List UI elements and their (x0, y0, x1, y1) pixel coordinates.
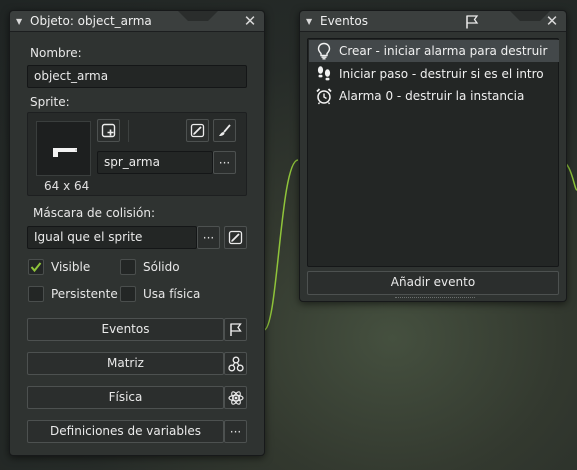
variables-menu-button[interactable]: ··· (224, 420, 247, 443)
edit-sprite-button[interactable] (186, 119, 209, 142)
mask-menu-button[interactable]: ··· (197, 226, 220, 249)
events-window-title: Eventos (320, 14, 368, 28)
footsteps-icon (313, 63, 335, 85)
paint-sprite-button[interactable] (213, 119, 236, 142)
name-field[interactable]: object_arma (27, 65, 247, 88)
visible-label: Visible (51, 260, 91, 274)
mask-label: Máscara de colisión: (33, 206, 156, 220)
ellipsis-icon: ··· (202, 230, 215, 245)
object-window-titlebar[interactable]: ▼ Objeto: object_arma ✕ (10, 11, 264, 32)
physics-label: Usa física (143, 287, 201, 301)
new-sprite-icon (101, 123, 116, 138)
events-button[interactable]: Eventos (27, 318, 224, 341)
close-icon[interactable]: ✕ (544, 13, 560, 29)
object-window-title: Objeto: object_arma (30, 14, 152, 28)
edit-image-icon (228, 230, 243, 245)
persistent-checkbox[interactable] (28, 286, 44, 302)
atom-icon (227, 390, 244, 405)
close-icon[interactable]: ✕ (242, 13, 258, 29)
sprite-menu-button[interactable]: ··· (213, 151, 236, 174)
solid-label: Sólido (143, 260, 180, 274)
physics-settings-button[interactable] (224, 386, 247, 409)
visible-checkbox[interactable] (28, 259, 44, 275)
parent-hierarchy-button[interactable] (224, 352, 247, 375)
list-item[interactable]: Iniciar paso - destruir si es el intro (309, 63, 559, 85)
alarm-clock-icon (313, 85, 335, 107)
gun-sprite-icon (53, 148, 77, 157)
event-label: Alarma 0 - destruir la instancia (339, 89, 525, 103)
ellipsis-icon: ··· (218, 155, 231, 170)
edit-image-icon (190, 123, 205, 138)
events-window-titlebar[interactable]: ▼ Eventos ✕ (300, 11, 566, 32)
toolbar-divider (128, 120, 129, 142)
ellipsis-icon: ··· (229, 424, 242, 439)
resize-grip[interactable] (395, 297, 475, 300)
list-item[interactable]: Alarma 0 - destruir la instancia (309, 85, 559, 107)
parent-button[interactable]: Matriz (27, 352, 224, 375)
physics-button[interactable]: Física (27, 386, 224, 409)
titlebar-notch (178, 11, 218, 21)
brush-icon (219, 124, 231, 136)
name-label: Nombre: (30, 46, 82, 60)
mask-select[interactable]: Igual que el sprite (27, 226, 197, 249)
event-label: Crear - iniciar alarma para destruir (339, 44, 548, 58)
physics-checkbox[interactable] (120, 286, 136, 302)
collapse-triangle-icon[interactable]: ▼ (16, 17, 28, 26)
sprite-preview[interactable] (36, 121, 91, 176)
edit-mask-button[interactable] (224, 226, 247, 249)
sprite-label: Sprite: (30, 95, 70, 109)
hierarchy-icon (227, 356, 244, 371)
variable-definitions-button[interactable]: Definiciones de variables (27, 420, 224, 443)
collapse-triangle-icon[interactable]: ▼ (306, 17, 318, 26)
sprite-size: 64 x 64 (44, 179, 90, 193)
event-label: Iniciar paso - destruir si es el intro (339, 67, 544, 81)
persistent-label: Persistente (51, 287, 118, 301)
checkmark-icon (30, 262, 42, 273)
sprite-select[interactable]: spr_arma (97, 151, 213, 174)
flag-icon (230, 323, 242, 336)
add-event-button[interactable]: Añadir evento (307, 271, 559, 295)
events-list: Crear - iniciar alarma para destruir Ini… (307, 38, 559, 267)
flag-icon (464, 14, 480, 32)
solid-checkbox[interactable] (120, 259, 136, 275)
list-item[interactable]: Crear - iniciar alarma para destruir (309, 40, 559, 62)
lightbulb-icon (313, 40, 335, 62)
new-sprite-button[interactable] (97, 119, 120, 142)
events-flag-button[interactable] (224, 318, 247, 341)
